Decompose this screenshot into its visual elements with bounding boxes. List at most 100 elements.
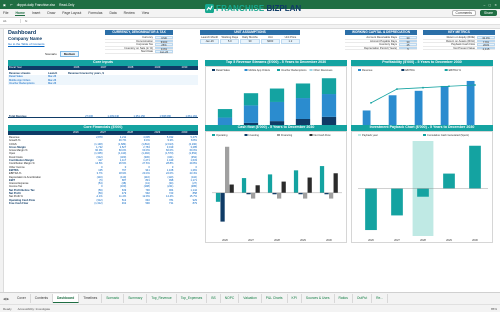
payback-chart: Payback year Cumulative Cash Generated (S… (351, 131, 493, 243)
sheet-tab-contents[interactable]: Contents (31, 294, 53, 303)
sheet-tab-scenario[interactable]: Scenario (102, 294, 125, 303)
sheet-tab-p-l-charts[interactable]: P&L Charts (262, 294, 288, 303)
undo-icon[interactable]: ↶ (10, 3, 13, 7)
sheet-tab-top-revenue[interactable]: Top_Revenue (147, 294, 177, 303)
sheet-nav-arrows-icon[interactable]: ◀ ▶ (3, 297, 13, 301)
sheet-tab-dashboard[interactable]: Dashboard (53, 294, 80, 303)
bar-segment (295, 83, 311, 99)
bar-segment (295, 98, 311, 119)
settings-value[interactable]: 9.0% (155, 46, 173, 51)
cashflow-chart-svg: Operating Investing Financing Net Cash Flow… (212, 133, 342, 242)
settings-value[interactable]: 30 (399, 39, 417, 44)
year-header: 2029 (154, 131, 161, 134)
settings-value[interactable]: $'000 (155, 39, 173, 44)
sheet-tab-valuation[interactable]: Valuation (239, 294, 262, 303)
cashflow-bar (272, 192, 277, 195)
logo-mark-icon (205, 4, 214, 13)
save-icon[interactable]: ▣ (3, 3, 6, 7)
settings-value[interactable]: 5 (399, 46, 417, 51)
read-only-badge: Read-Only (59, 2, 75, 7)
total-revenue-row: Total Revenue 27,006 1,209,040 1,351,150… (8, 115, 198, 119)
chart-cashflow-title: Cash flow ($'000) - 5 Years to December … (205, 125, 347, 131)
comments-button[interactable]: Comments (451, 10, 476, 16)
section-key-metrics: KEY METRICS (423, 30, 495, 35)
cashflow-bar (215, 192, 221, 202)
cashflow-bar (293, 170, 299, 193)
legend-label: Other Revenues (314, 68, 334, 72)
bar-segment (321, 78, 337, 95)
bar-segment (217, 109, 233, 118)
financial-value: 590 (145, 201, 150, 205)
settings-value[interactable]: Jan-26 (155, 50, 173, 54)
sheet-tab-summary[interactable]: Summary (124, 294, 148, 303)
minimize-icon[interactable]: – (484, 3, 486, 7)
settings-row: Net Present Value 2,415 (423, 46, 495, 51)
unit-col-value[interactable]: $000 (260, 39, 280, 44)
menu-home[interactable]: Home (15, 11, 25, 16)
unit-col-value[interactable]: 5.0 (220, 39, 240, 44)
unit-col-value[interactable]: Jan-26 (200, 39, 220, 44)
sheet-tab-bs[interactable]: BS (207, 294, 221, 303)
unit-col-value[interactable]: 30 (240, 39, 260, 44)
sheet-tab-timelines[interactable]: Timelines (79, 294, 103, 303)
unit-col: Unit $000 (260, 36, 280, 44)
name-box[interactable]: A1 (3, 19, 21, 23)
year-header: 2030 (181, 66, 188, 69)
x-tick-label: 2029 (446, 238, 452, 242)
year-header: 2029 (154, 66, 161, 69)
legend-swatch (358, 69, 361, 71)
share-button[interactable]: Share (479, 10, 497, 16)
forecast-header: Revenue forecast by years, $ (68, 72, 104, 75)
legend-swatch (212, 134, 215, 136)
formula-bar[interactable]: A1 fx (0, 18, 500, 25)
menu-insert[interactable]: Insert (32, 11, 40, 15)
cashflow-bar (229, 184, 234, 193)
cashflow-bar (251, 192, 256, 199)
unit-col-label: Launch Month (201, 36, 219, 39)
sheet-tab-re-[interactable]: Re... (372, 294, 389, 303)
menu-data[interactable]: Data (109, 11, 116, 15)
toc-link[interactable]: Go to the Table of Contents (8, 42, 44, 46)
x-tick-label: 2030 (472, 238, 478, 242)
stream-name[interactable]: Voucher Redemptions (8, 82, 48, 85)
sheet-tab-cover[interactable]: Cover (13, 294, 31, 303)
unit-col: Daily Months 30 (240, 36, 260, 44)
legend-swatch (444, 69, 448, 71)
menu-review[interactable]: Review (124, 11, 135, 15)
sheet-tab-top-expenses[interactable]: Top_Expenses (177, 294, 208, 303)
menu-view[interactable]: View (142, 11, 149, 15)
stream-launch[interactable]: Mar-26 (48, 82, 68, 85)
core-financials-header: Core Financials ($'000) (8, 125, 198, 131)
unit-col-value[interactable]: 1.2 (280, 39, 301, 44)
settings-value[interactable]: 45 (399, 43, 417, 47)
settings-value: 2033 (477, 43, 495, 47)
sheet-tab-kpi[interactable]: KPI (288, 294, 302, 303)
sheet-tab-output[interactable]: OutPut (353, 294, 373, 303)
zoom-level[interactable]: 85% (491, 307, 497, 311)
unit-col: Unit Price 1.2 (280, 36, 301, 44)
settings-value[interactable]: 30 (399, 36, 417, 40)
settings-value[interactable]: 25% (155, 43, 173, 47)
scenario-dropdown[interactable]: Medium (59, 51, 80, 57)
menu-page-layout[interactable]: Page Layout (62, 11, 81, 15)
close-icon[interactable]: ✕ (494, 3, 497, 7)
menu-formulas[interactable]: Formulas (88, 11, 102, 15)
menu-file[interactable]: File (3, 11, 8, 15)
legend-label: EBITDA % (449, 68, 462, 72)
maximize-icon[interactable]: ▢ (488, 3, 491, 7)
status-ready: Ready (3, 306, 12, 311)
menu-draw[interactable]: Draw (47, 11, 55, 15)
settings-value[interactable]: USD (155, 36, 173, 40)
legend-label: Operating (216, 133, 228, 137)
sheet-tab-sources-uses[interactable]: Sources & Uses (302, 294, 335, 303)
legend-label: Mobile App Orders (249, 68, 271, 72)
franchise-bizplan-logo: FRANCHISE BIZPLAN (205, 4, 301, 13)
cashflow-bar (329, 192, 334, 199)
unit-col: Launch Month Jan-26 (200, 36, 220, 44)
sheet-tab-ratios[interactable]: Ratios (335, 294, 353, 303)
row-headers (0, 29, 4, 292)
x-tick-label: 2027 (248, 238, 254, 242)
accessibility-status[interactable]: Accessibility: Investigate (18, 307, 51, 311)
sheet-tab-nopc[interactable]: NOPC (221, 294, 240, 303)
x-tick-label: 2028 (274, 238, 280, 242)
